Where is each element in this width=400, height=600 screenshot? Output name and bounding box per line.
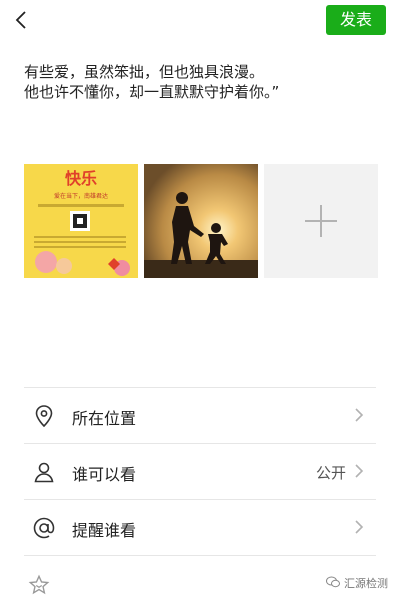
option-visibility-value: 公开 — [315, 464, 346, 482]
at-sign-icon — [32, 516, 56, 540]
plus-icon — [305, 205, 337, 237]
photo-grid: 快乐 爱在当下，南雄君达 — [24, 164, 378, 278]
publish-button[interactable]: 发表 — [326, 5, 386, 35]
photo-thumbnail-poster[interactable]: 快乐 爱在当下，南雄君达 — [24, 164, 138, 278]
option-visibility-label: 谁可以看 — [72, 465, 137, 484]
option-mention[interactable]: 提醒谁看 — [24, 499, 376, 556]
person-icon — [32, 460, 56, 484]
post-text-input[interactable]: 有些爱，虽然笨拙，但也独具浪漫。 他也许不懂你，却一直默默守护着你。” — [24, 62, 364, 102]
add-photo-button[interactable] — [264, 164, 378, 278]
star-icon[interactable] — [28, 574, 50, 596]
poster-subtitle: 爱在当下，南雄君达 — [54, 192, 108, 200]
option-location[interactable]: 所在位置 — [24, 387, 376, 443]
post-options-list: 所在位置 谁可以看 公开 提醒谁看 — [24, 387, 376, 556]
chevron-right-icon — [354, 407, 364, 423]
chevron-right-icon — [354, 519, 364, 535]
top-bar: 发表 — [0, 0, 400, 44]
watermark: 汇源检测 — [326, 575, 388, 591]
option-location-label: 所在位置 — [72, 409, 137, 428]
option-visibility[interactable]: 谁可以看 公开 — [24, 443, 376, 499]
photo-thumbnail-sunset[interactable] — [144, 164, 258, 278]
poster-title: 快乐 — [65, 169, 97, 188]
location-pin-icon — [32, 404, 56, 428]
wechat-logo-icon — [326, 576, 340, 591]
back-icon[interactable] — [10, 8, 34, 32]
watermark-text: 汇源检测 — [344, 577, 388, 590]
chevron-right-icon — [354, 463, 364, 479]
option-mention-label: 提醒谁看 — [72, 521, 137, 540]
